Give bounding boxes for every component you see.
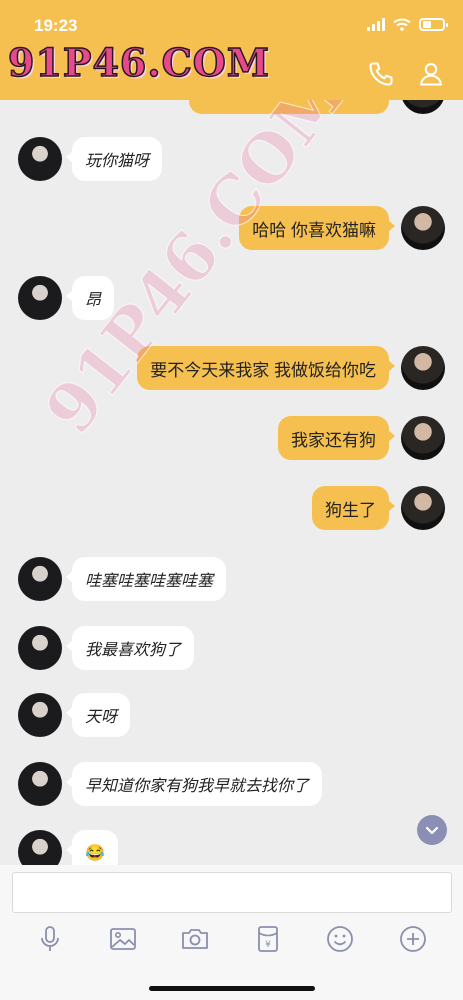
message-bubble[interactable]: 我家还有狗	[278, 416, 395, 460]
message-row: 狗生了	[0, 486, 463, 546]
avatar-contact[interactable]	[18, 557, 62, 601]
emoji-icon	[327, 926, 354, 952]
message-input[interactable]	[12, 872, 452, 913]
scroll-down-button[interactable]	[417, 815, 447, 845]
avatar-me[interactable]	[401, 346, 445, 390]
message-bubble[interactable]: 昂	[65, 276, 115, 320]
wifi-icon	[393, 18, 411, 31]
red-packet-icon: ¥	[257, 926, 278, 952]
message-row: 我家还有狗	[0, 416, 463, 476]
message-bubble[interactable]: 哇塞哇塞哇塞哇塞	[65, 557, 227, 601]
message-bubble[interactable]: 天呀	[65, 693, 131, 737]
message-row: 哈哈 你喜欢猫嘛	[0, 206, 463, 266]
plus-icon	[399, 926, 426, 952]
avatar-me[interactable]	[401, 486, 445, 530]
camera-icon	[182, 929, 209, 949]
home-indicator	[149, 986, 315, 991]
signal-icon	[367, 18, 385, 31]
message-row: 我最喜欢狗了	[0, 626, 463, 686]
svg-text:¥: ¥	[265, 940, 271, 950]
image-icon	[109, 928, 136, 950]
image-button[interactable]	[104, 920, 142, 958]
status-time: 19:23	[34, 16, 78, 35]
message-row: 早知道你家有狗我早就去找你了	[0, 762, 463, 822]
message-bubble[interactable]: 玩你猫呀	[65, 137, 163, 181]
message-bubble[interactable]: 我最喜欢狗了	[65, 626, 195, 670]
message-row: 😂	[0, 830, 463, 865]
message-bubble[interactable]: 早知道你家有狗我早就去找你了	[65, 762, 323, 806]
message-row	[0, 100, 463, 130]
avatar-me[interactable]	[401, 206, 445, 250]
message-row: 昂	[0, 276, 463, 336]
message-bubble[interactable]: 狗生了	[312, 486, 395, 530]
avatar-contact[interactable]	[18, 762, 62, 806]
voice-button[interactable]	[31, 920, 69, 958]
message-bubble[interactable]: 哈哈 你喜欢猫嘛	[239, 206, 395, 250]
message-row: 要不今天来我家 我做饭给你吃	[0, 346, 463, 406]
brand-logo: 91P46.COM	[7, 39, 270, 86]
emoji-button[interactable]	[321, 920, 359, 958]
avatar-contact[interactable]	[18, 276, 62, 320]
composer: ¥	[0, 865, 463, 1000]
red-packet-button[interactable]: ¥	[249, 920, 287, 958]
message-bubble-clipped[interactable]	[189, 100, 389, 114]
contact-icon[interactable]	[417, 60, 445, 88]
avatar-contact[interactable]	[18, 137, 62, 181]
phone-icon[interactable]	[367, 60, 395, 88]
avatar-contact[interactable]	[18, 693, 62, 737]
avatar-me[interactable]	[401, 416, 445, 460]
message-bubble[interactable]: 要不今天来我家 我做饭给你吃	[137, 346, 395, 390]
mic-icon	[41, 926, 60, 951]
avatar-contact[interactable]	[18, 626, 62, 670]
battery-icon	[419, 18, 448, 31]
message-bubble[interactable]: 😂	[66, 830, 118, 865]
chat-header: 19:23 91P46.COM	[0, 0, 463, 100]
avatar-contact[interactable]	[18, 830, 62, 865]
message-list[interactable]: 玩你猫呀 哈哈 你喜欢猫嘛 昂 要不今天来我家 我做饭给你吃 我家还有狗 狗生了…	[0, 100, 463, 865]
more-button[interactable]	[394, 920, 432, 958]
message-row: 哇塞哇塞哇塞哇塞	[0, 557, 463, 617]
status-icons	[367, 18, 448, 31]
message-row: 天呀	[0, 693, 463, 753]
chevron-down-icon	[425, 826, 439, 835]
camera-button[interactable]	[176, 920, 214, 958]
avatar-me[interactable]	[401, 100, 445, 114]
message-row: 玩你猫呀	[0, 137, 463, 197]
composer-toolbar: ¥	[0, 920, 463, 958]
